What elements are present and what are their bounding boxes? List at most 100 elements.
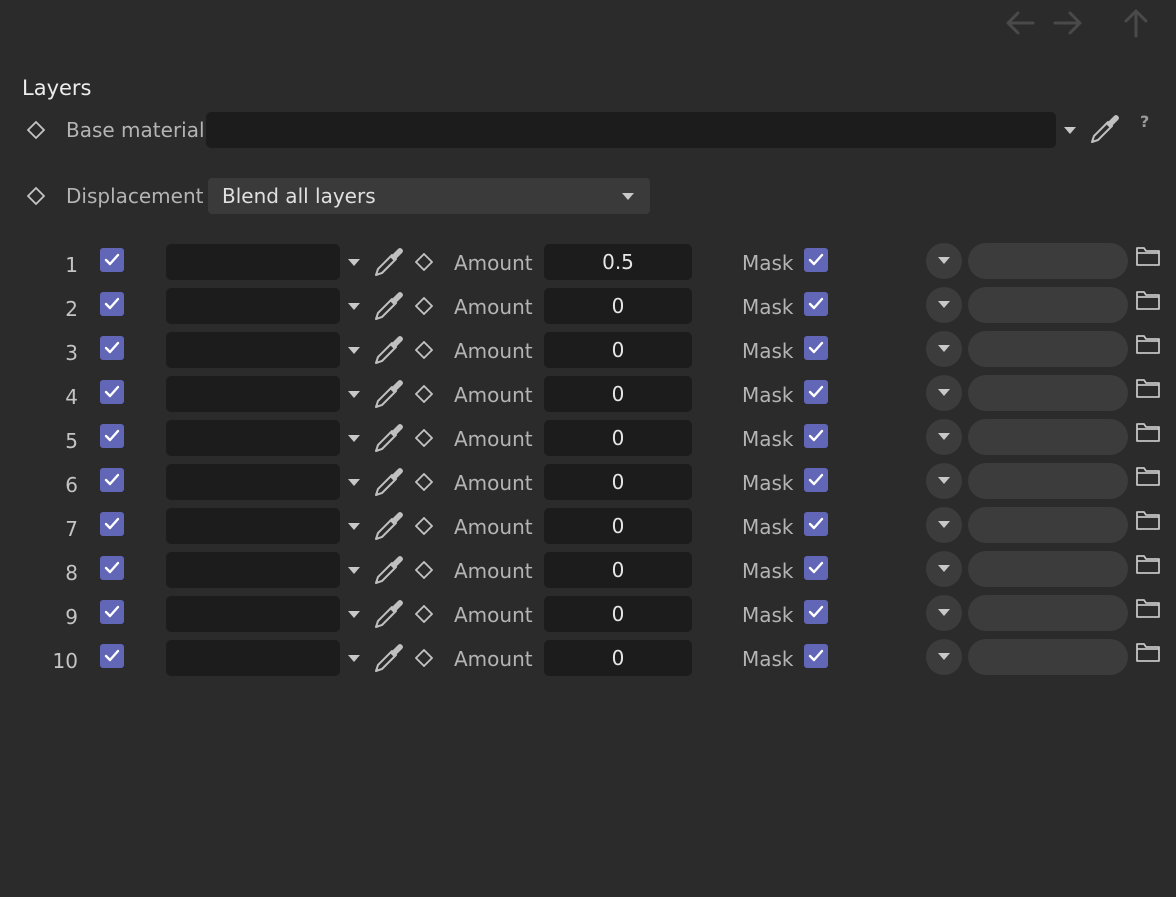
keyframe-diamond-icon[interactable] [414, 472, 434, 492]
mask-dropdown-button[interactable] [926, 551, 962, 587]
layer-material-dropdown-caret-icon[interactable] [348, 347, 360, 354]
keyframe-diamond-icon[interactable] [26, 186, 46, 206]
mask-path-field[interactable] [968, 287, 1128, 323]
layer-material-dropdown-caret-icon[interactable] [348, 435, 360, 442]
layer-eyedropper-button[interactable] [372, 421, 406, 459]
layer-eyedropper-button[interactable] [372, 553, 406, 591]
mask-path-field[interactable] [968, 419, 1128, 455]
layer-material-dropdown-caret-icon[interactable] [348, 655, 360, 662]
layer-enable-checkbox[interactable] [100, 380, 124, 404]
mask-checkbox[interactable] [804, 556, 828, 580]
layer-material-field[interactable] [166, 420, 340, 456]
amount-input[interactable]: 0.5 [544, 244, 692, 280]
layer-eyedropper-button[interactable] [372, 289, 406, 327]
amount-input[interactable]: 0 [544, 288, 692, 324]
layer-eyedropper-button[interactable] [372, 509, 406, 547]
layer-enable-checkbox[interactable] [100, 248, 124, 272]
layer-enable-checkbox[interactable] [100, 468, 124, 492]
mask-dropdown-button[interactable] [926, 243, 962, 279]
amount-input[interactable]: 0 [544, 464, 692, 500]
amount-input[interactable]: 0 [544, 508, 692, 544]
mask-dropdown-button[interactable] [926, 507, 962, 543]
layer-material-field[interactable] [166, 244, 340, 280]
layer-eyedropper-button[interactable] [372, 377, 406, 415]
mask-path-field[interactable] [968, 331, 1128, 367]
mask-path-field[interactable] [968, 595, 1128, 631]
keyframe-diamond-icon[interactable] [414, 340, 434, 360]
mask-path-field[interactable] [968, 243, 1128, 279]
layer-material-dropdown-caret-icon[interactable] [348, 259, 360, 266]
mask-path-field[interactable] [968, 551, 1128, 587]
keyframe-diamond-icon[interactable] [414, 648, 434, 668]
browse-folder-button[interactable] [1135, 596, 1161, 624]
keyframe-diamond-icon[interactable] [414, 560, 434, 580]
keyframe-diamond-icon[interactable] [414, 296, 434, 316]
layer-material-dropdown-caret-icon[interactable] [348, 611, 360, 618]
mask-checkbox[interactable] [804, 424, 828, 448]
layer-material-dropdown-caret-icon[interactable] [348, 567, 360, 574]
mask-checkbox[interactable] [804, 600, 828, 624]
mask-dropdown-button[interactable] [926, 287, 962, 323]
layer-material-dropdown-caret-icon[interactable] [348, 479, 360, 486]
base-material-eyedropper-button[interactable] [1088, 112, 1122, 150]
layer-material-dropdown-caret-icon[interactable] [348, 523, 360, 530]
browse-folder-button[interactable] [1135, 332, 1161, 360]
browse-folder-button[interactable] [1135, 552, 1161, 580]
layer-enable-checkbox[interactable] [100, 556, 124, 580]
keyframe-diamond-icon[interactable] [414, 516, 434, 536]
up-button[interactable] [1119, 6, 1153, 40]
mask-checkbox[interactable] [804, 248, 828, 272]
layer-material-dropdown-caret-icon[interactable] [348, 391, 360, 398]
base-material-dropdown-caret-icon[interactable] [1064, 127, 1076, 134]
keyframe-diamond-icon[interactable] [414, 428, 434, 448]
mask-path-field[interactable] [968, 507, 1128, 543]
amount-input[interactable]: 0 [544, 332, 692, 368]
mask-dropdown-button[interactable] [926, 419, 962, 455]
layer-material-field[interactable] [166, 376, 340, 412]
browse-folder-button[interactable] [1135, 464, 1161, 492]
amount-input[interactable]: 0 [544, 552, 692, 588]
layer-material-field[interactable] [166, 596, 340, 632]
browse-folder-button[interactable] [1135, 244, 1161, 272]
help-button[interactable]: ? [1140, 112, 1149, 131]
mask-checkbox[interactable] [804, 644, 828, 668]
layer-enable-checkbox[interactable] [100, 292, 124, 316]
mask-dropdown-button[interactable] [926, 463, 962, 499]
browse-folder-button[interactable] [1135, 420, 1161, 448]
mask-checkbox[interactable] [804, 512, 828, 536]
layer-material-field[interactable] [166, 464, 340, 500]
layer-eyedropper-button[interactable] [372, 465, 406, 503]
mask-dropdown-button[interactable] [926, 375, 962, 411]
mask-checkbox[interactable] [804, 380, 828, 404]
layer-enable-checkbox[interactable] [100, 512, 124, 536]
layer-material-field[interactable] [166, 552, 340, 588]
mask-checkbox[interactable] [804, 468, 828, 492]
amount-input[interactable]: 0 [544, 376, 692, 412]
mask-dropdown-button[interactable] [926, 331, 962, 367]
keyframe-diamond-icon[interactable] [414, 604, 434, 624]
displacement-dropdown[interactable]: Blend all layers [208, 178, 650, 214]
back-button[interactable] [1003, 6, 1037, 40]
keyframe-diamond-icon[interactable] [414, 384, 434, 404]
browse-folder-button[interactable] [1135, 376, 1161, 404]
forward-button[interactable] [1051, 6, 1085, 40]
mask-dropdown-button[interactable] [926, 595, 962, 631]
layer-enable-checkbox[interactable] [100, 644, 124, 668]
layer-eyedropper-button[interactable] [372, 597, 406, 635]
layer-material-field[interactable] [166, 288, 340, 324]
layer-enable-checkbox[interactable] [100, 424, 124, 448]
mask-checkbox[interactable] [804, 336, 828, 360]
amount-input[interactable]: 0 [544, 420, 692, 456]
layer-enable-checkbox[interactable] [100, 336, 124, 360]
layer-material-field[interactable] [166, 508, 340, 544]
layer-eyedropper-button[interactable] [372, 333, 406, 371]
layer-eyedropper-button[interactable] [372, 245, 406, 283]
mask-path-field[interactable] [968, 463, 1128, 499]
layer-eyedropper-button[interactable] [372, 641, 406, 679]
mask-path-field[interactable] [968, 639, 1128, 675]
keyframe-diamond-icon[interactable] [414, 252, 434, 272]
base-material-field[interactable] [206, 112, 1056, 148]
layer-material-field[interactable] [166, 640, 340, 676]
layer-material-dropdown-caret-icon[interactable] [348, 303, 360, 310]
keyframe-diamond-icon[interactable] [26, 120, 46, 140]
